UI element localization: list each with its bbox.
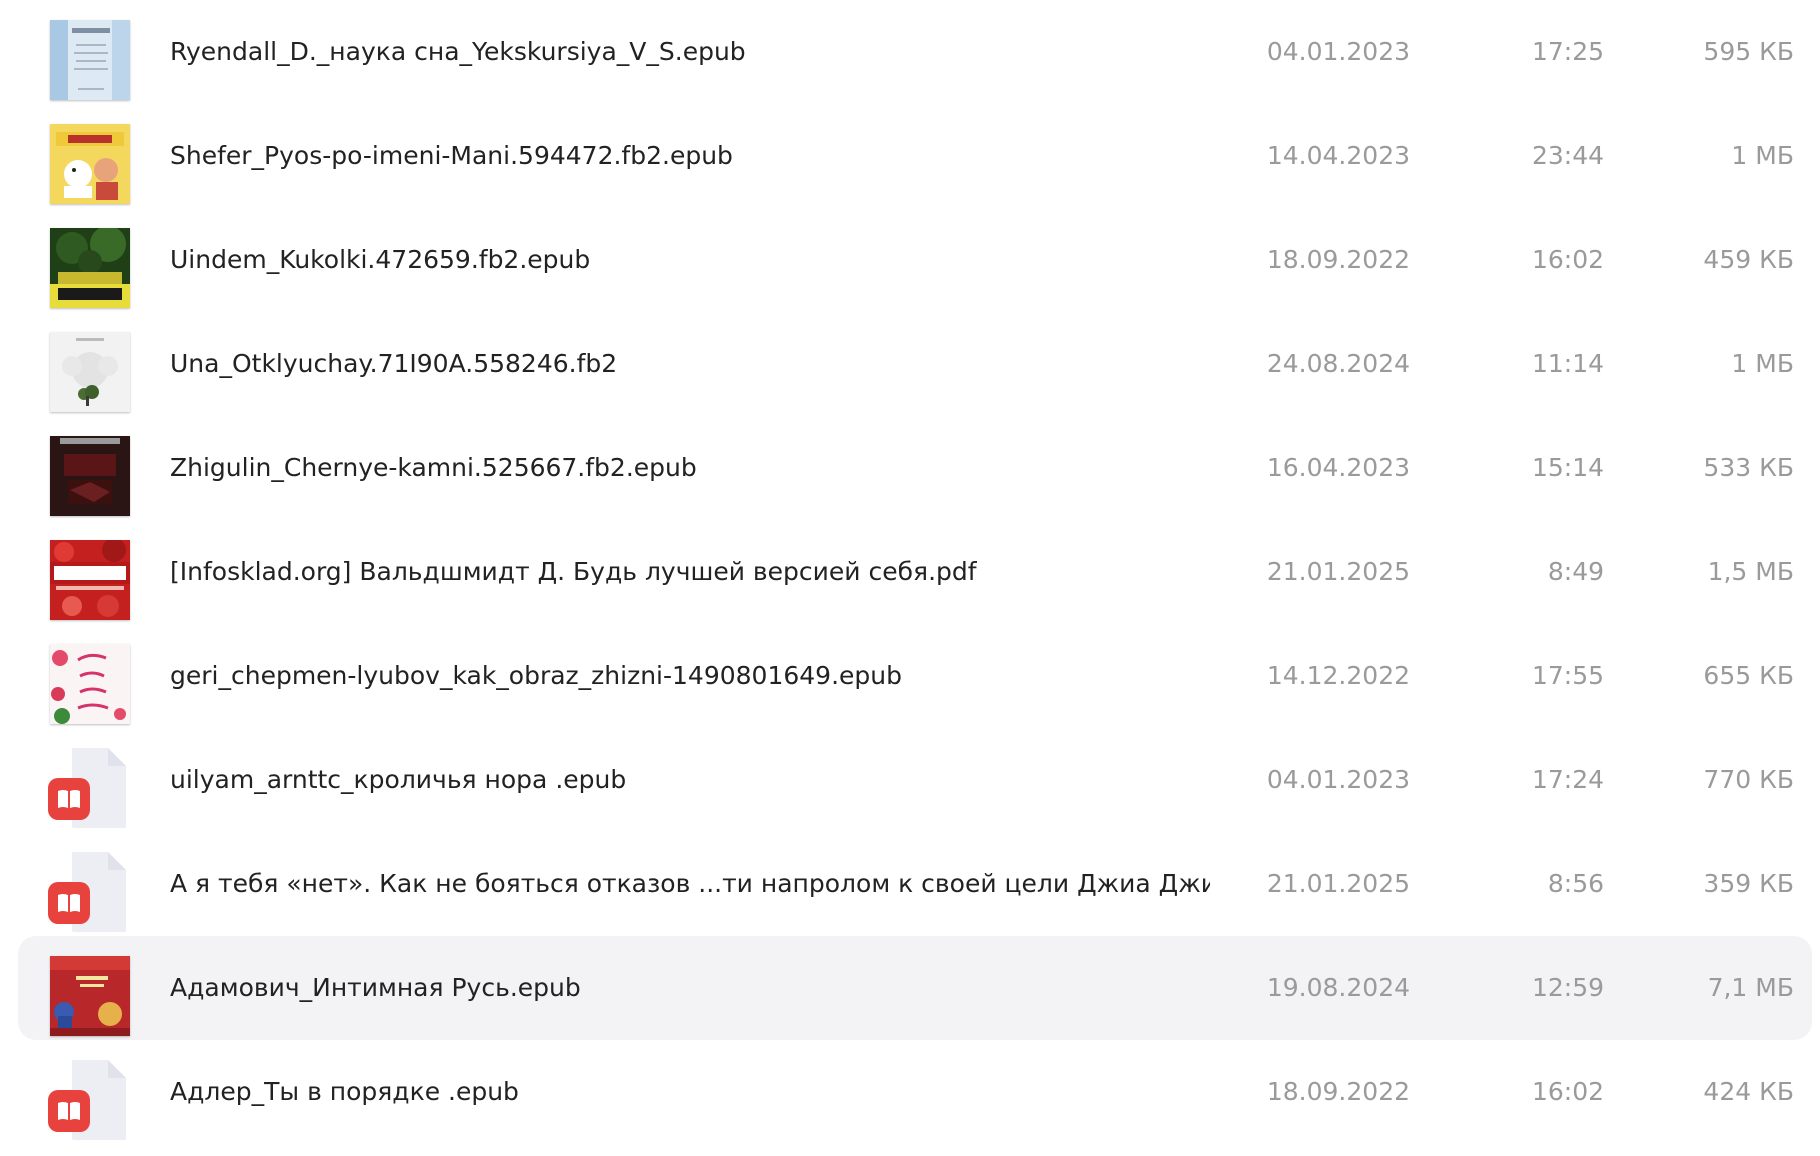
file-date: 16.04.2023 xyxy=(1266,453,1410,482)
file-name: Shefer_Pyos-po-imeni-Mani.594472.fb2.epu… xyxy=(170,141,733,170)
book-cover-thumbnail xyxy=(50,124,130,204)
file-row[interactable]: Una_Otklyuchay.71I90A.558246.fb2 24.08.2… xyxy=(18,312,1812,416)
file-size: 424 КБ xyxy=(1703,1077,1794,1106)
file-date: 24.08.2024 xyxy=(1266,349,1410,378)
file-size: 7,1 МБ xyxy=(1707,973,1794,1002)
book-cover-thumbnail xyxy=(50,20,130,100)
file-name: [Infosklad.org] Вальдшмидт Д. Будь лучше… xyxy=(170,557,977,586)
file-name: А я тебя «нет». Как не бояться отказов .… xyxy=(170,869,1210,898)
file-row[interactable]: А я тебя «нет». Как не бояться отказов .… xyxy=(18,832,1812,936)
file-time: 12:59 xyxy=(1531,973,1604,1002)
book-cover-thumbnail xyxy=(50,644,130,724)
file-row[interactable]: Shefer_Pyos-po-imeni-Mani.594472.fb2.epu… xyxy=(18,104,1812,208)
file-size: 1,5 МБ xyxy=(1707,557,1794,586)
file-name: Адлер_Ты в порядке .epub xyxy=(170,1077,519,1106)
file-row[interactable]: [Infosklad.org] Вальдшмидт Д. Будь лучше… xyxy=(18,520,1812,624)
file-date: 18.09.2022 xyxy=(1266,1077,1410,1106)
file-size: 1 МБ xyxy=(1731,141,1794,170)
file-name: Zhigulin_Chernye-kamni.525667.fb2.epub xyxy=(170,453,697,482)
book-file-icon xyxy=(48,850,132,934)
file-time: 15:14 xyxy=(1531,453,1604,482)
file-time: 17:55 xyxy=(1531,661,1604,690)
file-name: Uindem_Kukolki.472659.fb2.epub xyxy=(170,245,591,274)
file-row[interactable]: Zhigulin_Chernye-kamni.525667.fb2.epub 1… xyxy=(18,416,1812,520)
book-cover-thumbnail xyxy=(50,228,130,308)
file-date: 21.01.2025 xyxy=(1266,557,1410,586)
file-row[interactable]: geri_chepmen-lyubov_kak_obraz_zhizni-149… xyxy=(18,624,1812,728)
file-size: 359 КБ xyxy=(1703,869,1794,898)
file-time: 16:02 xyxy=(1531,245,1604,274)
file-row[interactable]: Uindem_Kukolki.472659.fb2.epub 18.09.202… xyxy=(18,208,1812,312)
file-size: 533 КБ xyxy=(1703,453,1794,482)
book-cover-thumbnail xyxy=(50,332,130,412)
file-size: 770 КБ xyxy=(1703,765,1794,794)
file-name: Una_Otklyuchay.71I90A.558246.fb2 xyxy=(170,349,618,378)
file-time: 11:14 xyxy=(1531,349,1604,378)
file-size: 655 КБ xyxy=(1703,661,1794,690)
file-row-selected[interactable]: Адамович_Интимная Русь.epub 19.08.2024 1… xyxy=(18,936,1812,1040)
file-date: 21.01.2025 xyxy=(1266,869,1410,898)
file-time: 8:49 xyxy=(1547,557,1604,586)
file-time: 17:25 xyxy=(1531,37,1604,66)
file-date: 14.12.2022 xyxy=(1266,661,1410,690)
file-time: 23:44 xyxy=(1531,141,1604,170)
file-row[interactable]: uilyam_arnttc_кроличья нора .epub 04.01.… xyxy=(18,728,1812,832)
file-name: Адамович_Интимная Русь.epub xyxy=(170,973,581,1002)
file-time: 17:24 xyxy=(1531,765,1604,794)
file-time: 8:56 xyxy=(1547,869,1604,898)
file-name: geri_chepmen-lyubov_kak_obraz_zhizni-149… xyxy=(170,661,902,690)
file-date: 04.01.2023 xyxy=(1266,37,1410,66)
book-cover-thumbnail xyxy=(50,540,130,620)
file-size: 459 КБ xyxy=(1703,245,1794,274)
file-date: 19.08.2024 xyxy=(1266,973,1410,1002)
file-row[interactable]: Ryendall_D._наука сна_Yekskursiya_V_S.ep… xyxy=(18,0,1812,104)
file-size: 595 КБ xyxy=(1703,37,1794,66)
file-row[interactable]: Адлер_Ты в порядке .epub 18.09.2022 16:0… xyxy=(18,1040,1812,1144)
book-cover-thumbnail xyxy=(50,956,130,1036)
file-size: 1 МБ xyxy=(1731,349,1794,378)
file-time: 16:02 xyxy=(1531,1077,1604,1106)
file-name: uilyam_arnttc_кроличья нора .epub xyxy=(170,765,627,794)
book-file-icon xyxy=(48,746,132,830)
book-file-icon xyxy=(48,1058,132,1142)
book-cover-thumbnail xyxy=(50,436,130,516)
file-date: 14.04.2023 xyxy=(1266,141,1410,170)
file-list: Ryendall_D._наука сна_Yekskursiya_V_S.ep… xyxy=(18,0,1812,1144)
file-name: Ryendall_D._наука сна_Yekskursiya_V_S.ep… xyxy=(170,37,746,66)
file-date: 04.01.2023 xyxy=(1266,765,1410,794)
file-date: 18.09.2022 xyxy=(1266,245,1410,274)
